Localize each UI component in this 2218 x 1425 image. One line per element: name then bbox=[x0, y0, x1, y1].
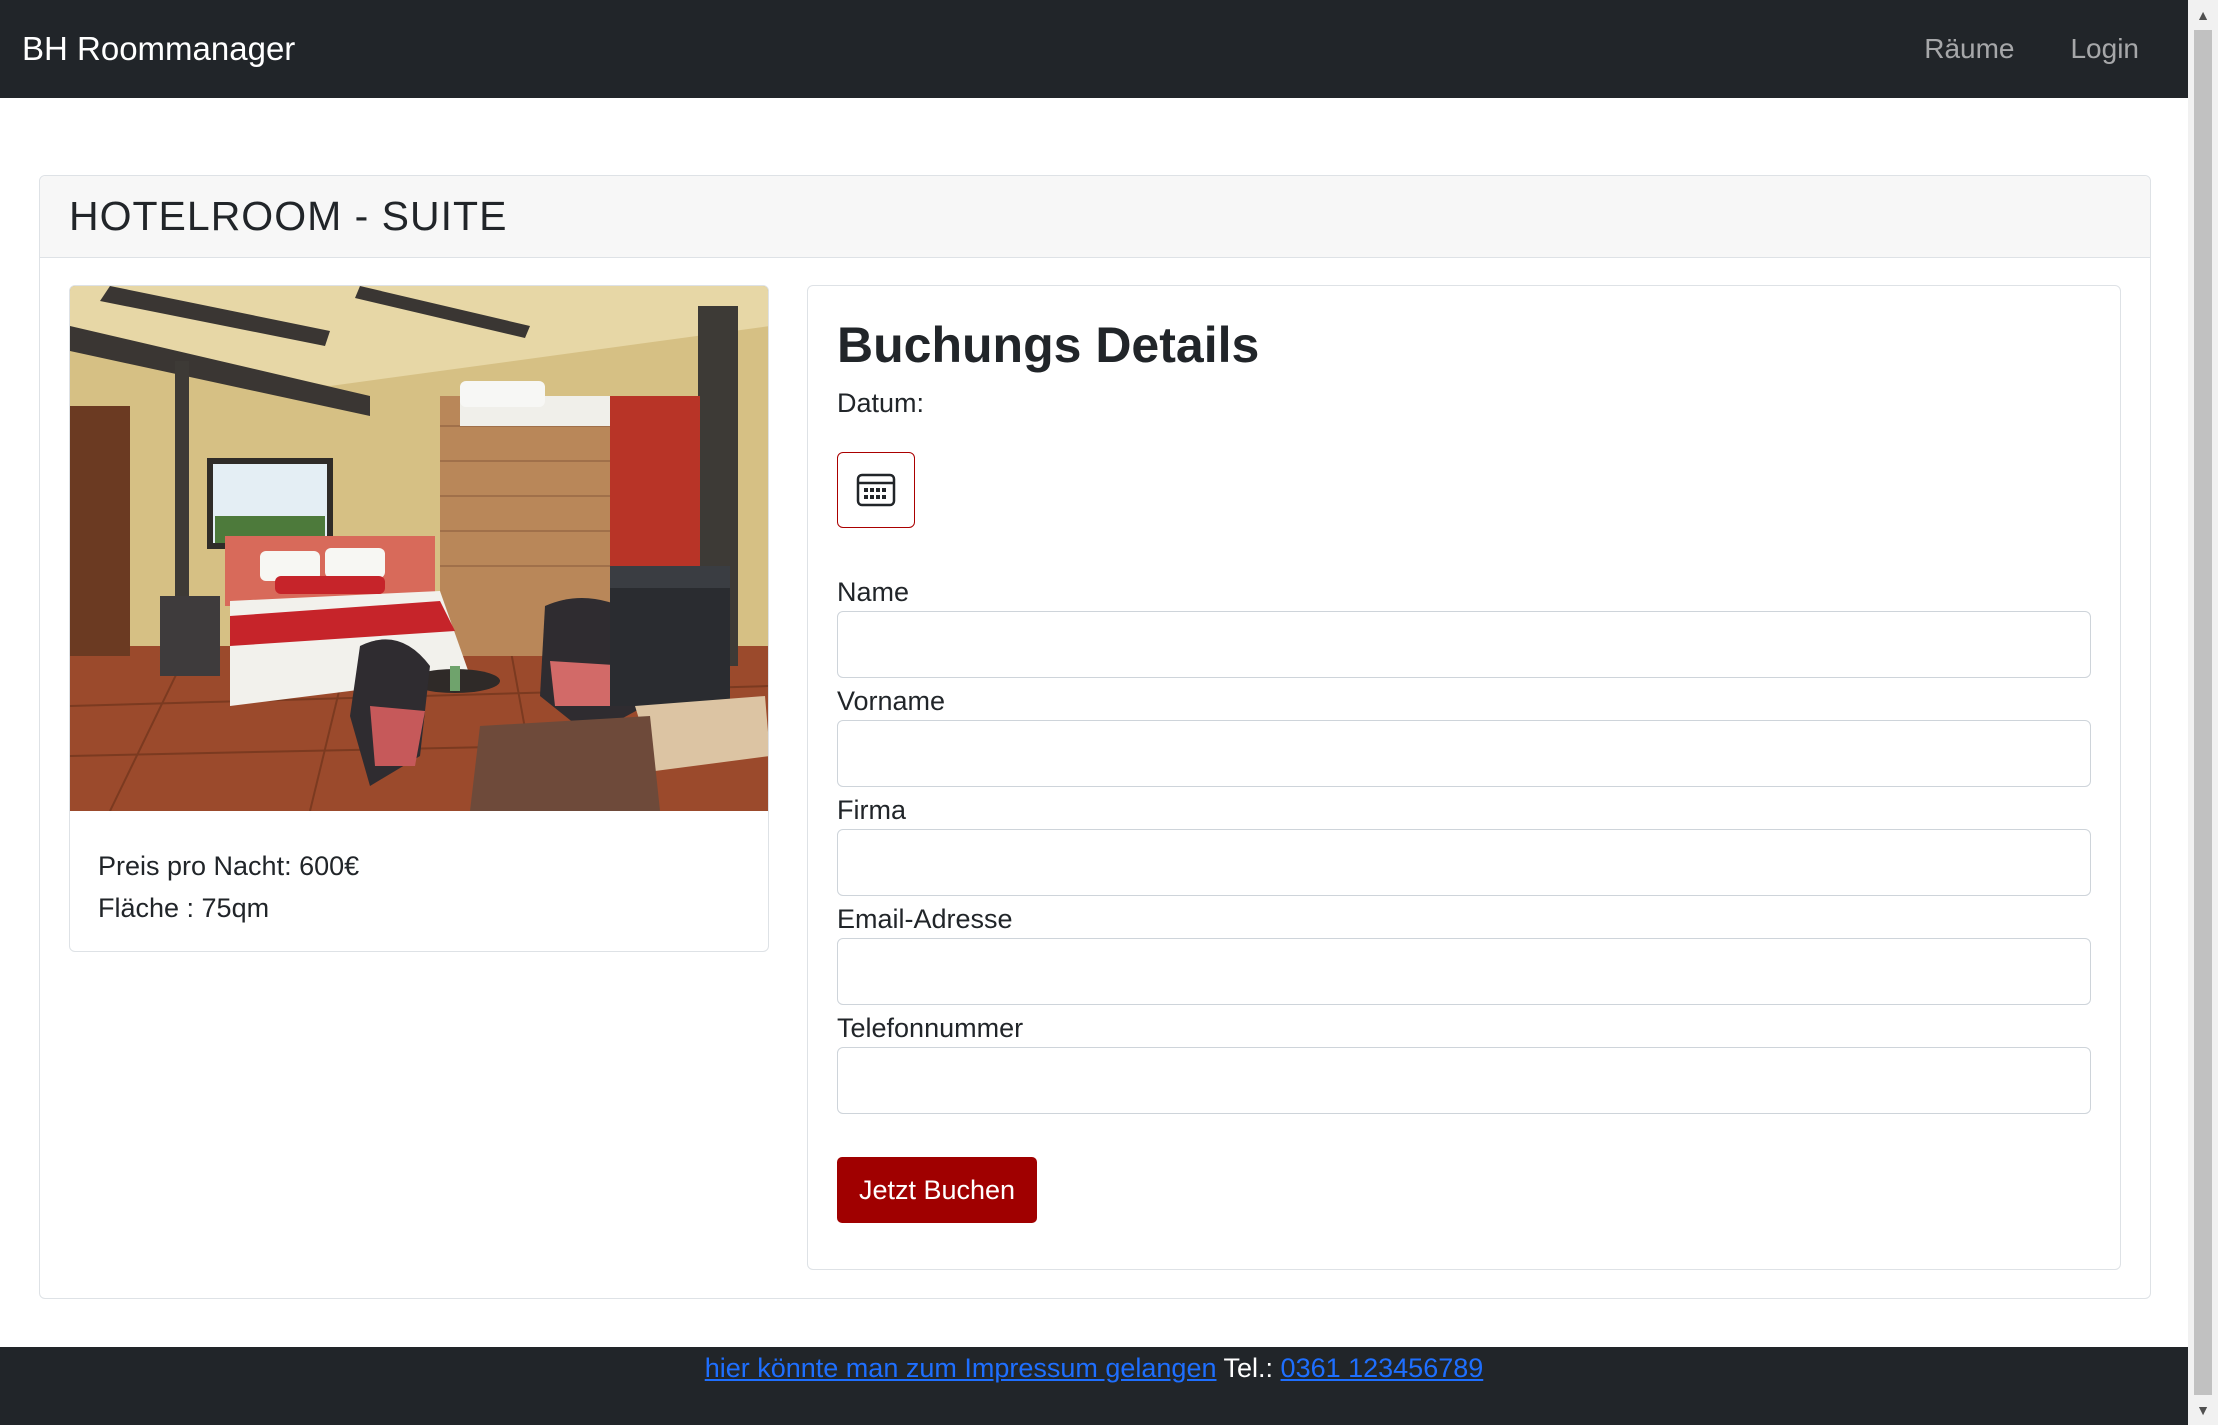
impressum-link[interactable]: hier könnte man zum Impressum gelangen bbox=[705, 1353, 1217, 1383]
room-info: Preis pro Nacht: 600€ Fläche : 75qm bbox=[70, 811, 768, 951]
name-label: Name bbox=[837, 577, 910, 607]
scroll-up-arrow-icon[interactable]: ▲ bbox=[2188, 4, 2218, 26]
tel-label: Tel.: bbox=[1223, 1353, 1274, 1383]
booking-form: Buchungs Details Datum: Name Vorname Fir… bbox=[807, 285, 2121, 1270]
email-input[interactable] bbox=[837, 938, 2091, 1005]
page-footer: hier könnte man zum Impressum gelangen T… bbox=[0, 1347, 2188, 1425]
phone-link[interactable]: 0361 123456789 bbox=[1281, 1353, 1484, 1383]
firma-label: Firma bbox=[837, 795, 906, 825]
nav-link-login[interactable]: Login bbox=[2070, 33, 2139, 65]
date-picker-button[interactable] bbox=[837, 452, 915, 528]
firma-input[interactable] bbox=[837, 829, 2091, 896]
brand-logo-text[interactable]: BH Roommanager bbox=[22, 30, 295, 68]
room-photo bbox=[70, 286, 768, 811]
scroll-down-arrow-icon[interactable]: ▼ bbox=[2188, 1399, 2218, 1421]
book-now-button[interactable]: Jetzt Buchen bbox=[837, 1157, 1037, 1223]
telefon-label: Telefonnummer bbox=[837, 1013, 1024, 1043]
calendar-icon bbox=[856, 473, 896, 507]
nav-links: Räume Login bbox=[1924, 33, 2139, 65]
room-price: Preis pro Nacht: 600€ bbox=[98, 851, 360, 881]
top-navbar: BH Roommanager Räume Login bbox=[0, 0, 2188, 98]
vorname-label: Vorname bbox=[837, 686, 946, 716]
email-label: Email-Adresse bbox=[837, 904, 1013, 934]
room-photo-illustration bbox=[70, 286, 768, 811]
room-area: Fläche : 75qm bbox=[98, 893, 270, 923]
card-header: HOTELROOM - SUITE bbox=[40, 176, 2150, 258]
scroll-thumb[interactable] bbox=[2194, 30, 2212, 1395]
room-summary-card: Preis pro Nacht: 600€ Fläche : 75qm bbox=[69, 285, 769, 952]
room-title: HOTELROOM - SUITE bbox=[69, 193, 508, 239]
nav-link-raeume[interactable]: Räume bbox=[1924, 33, 2014, 65]
vorname-input[interactable] bbox=[837, 720, 2091, 787]
date-label: Datum: bbox=[837, 388, 925, 418]
booking-title: Buchungs Details bbox=[837, 317, 1260, 373]
name-input[interactable] bbox=[837, 611, 2091, 678]
page-scrollbar[interactable]: ▲ ▼ bbox=[2188, 0, 2218, 1425]
room-detail-card: HOTELROOM - SUITE Preis pro Nacht: 600€ … bbox=[39, 175, 2151, 1299]
telefon-input[interactable] bbox=[837, 1047, 2091, 1114]
